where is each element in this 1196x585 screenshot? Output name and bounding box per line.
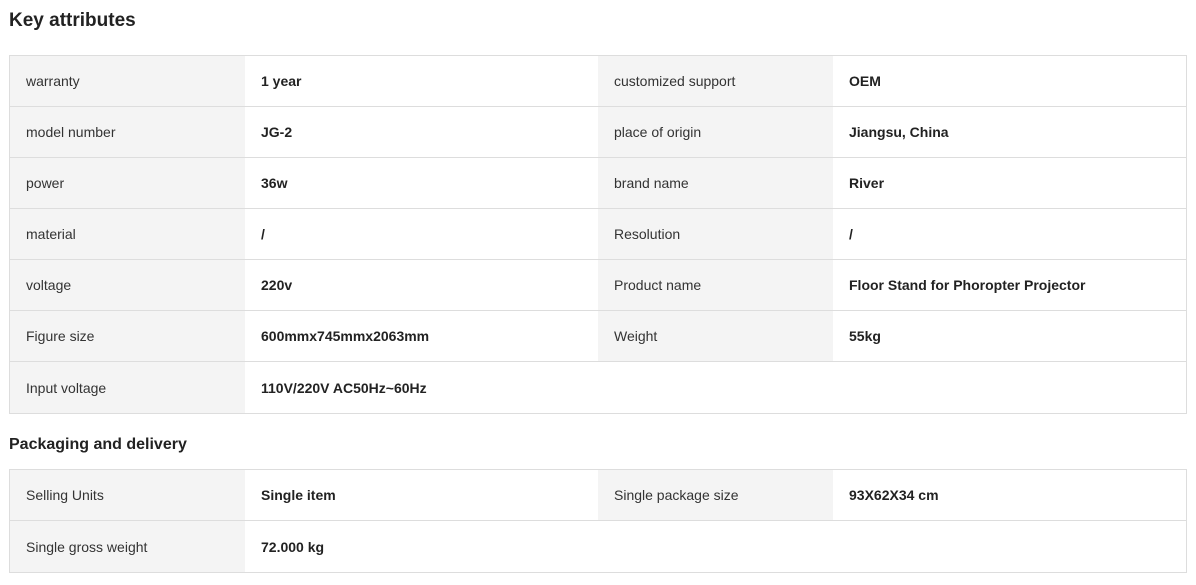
attribute-value: 36w xyxy=(245,158,598,208)
key-attributes-title: Key attributes xyxy=(9,10,136,31)
attribute-key: voltage xyxy=(10,260,245,310)
attribute-key: Input voltage xyxy=(10,362,245,413)
attribute-value: Floor Stand for Phoropter Projector xyxy=(833,260,1186,310)
empty-cell xyxy=(598,362,833,413)
key-attributes-table: warranty 1 year customized support OEM m… xyxy=(9,55,1187,414)
packaging-title: Packaging and delivery xyxy=(9,436,187,453)
attribute-value: / xyxy=(833,209,1186,259)
attribute-value: 220v xyxy=(245,260,598,310)
attribute-value: 93X62X34 cm xyxy=(833,470,1186,520)
table-row: material / Resolution / xyxy=(10,209,1186,260)
attribute-value: 55kg xyxy=(833,311,1186,361)
attribute-value: 600mmx745mmx2063mm xyxy=(245,311,598,361)
table-row: power 36w brand name River xyxy=(10,158,1186,209)
attribute-value: River xyxy=(833,158,1186,208)
table-row: Input voltage 110V/220V AC50Hz~60Hz xyxy=(10,362,1186,413)
attribute-key: Weight xyxy=(598,311,833,361)
attribute-value: Jiangsu, China xyxy=(833,107,1186,157)
table-row: Single gross weight 72.000 kg xyxy=(10,521,1186,572)
attribute-key: warranty xyxy=(10,56,245,106)
attribute-key: Resolution xyxy=(598,209,833,259)
empty-cell xyxy=(833,521,1186,572)
packaging-table: Selling Units Single item Single package… xyxy=(9,469,1187,573)
attribute-key: customized support xyxy=(598,56,833,106)
attribute-value: Single item xyxy=(245,470,598,520)
attribute-value: / xyxy=(245,209,598,259)
table-row: model number JG-2 place of origin Jiangs… xyxy=(10,107,1186,158)
attribute-key: place of origin xyxy=(598,107,833,157)
attribute-key: Product name xyxy=(598,260,833,310)
attribute-key: Single package size xyxy=(598,470,833,520)
attribute-value: 1 year xyxy=(245,56,598,106)
attribute-key: Single gross weight xyxy=(10,521,245,572)
attribute-value: OEM xyxy=(833,56,1186,106)
empty-cell xyxy=(833,362,1186,413)
table-row: voltage 220v Product name Floor Stand fo… xyxy=(10,260,1186,311)
attribute-key: model number xyxy=(10,107,245,157)
attribute-key: Selling Units xyxy=(10,470,245,520)
table-row: Figure size 600mmx745mmx2063mm Weight 55… xyxy=(10,311,1186,362)
empty-cell xyxy=(598,521,833,572)
attribute-key: material xyxy=(10,209,245,259)
table-row: Selling Units Single item Single package… xyxy=(10,470,1186,521)
attribute-key: power xyxy=(10,158,245,208)
table-row: warranty 1 year customized support OEM xyxy=(10,56,1186,107)
attribute-value: 110V/220V AC50Hz~60Hz xyxy=(245,362,598,413)
product-details-page: Key attributes warranty 1 year customize… xyxy=(0,0,1196,585)
attribute-key: Figure size xyxy=(10,311,245,361)
attribute-value: JG-2 xyxy=(245,107,598,157)
attribute-value: 72.000 kg xyxy=(245,521,598,572)
attribute-key: brand name xyxy=(598,158,833,208)
